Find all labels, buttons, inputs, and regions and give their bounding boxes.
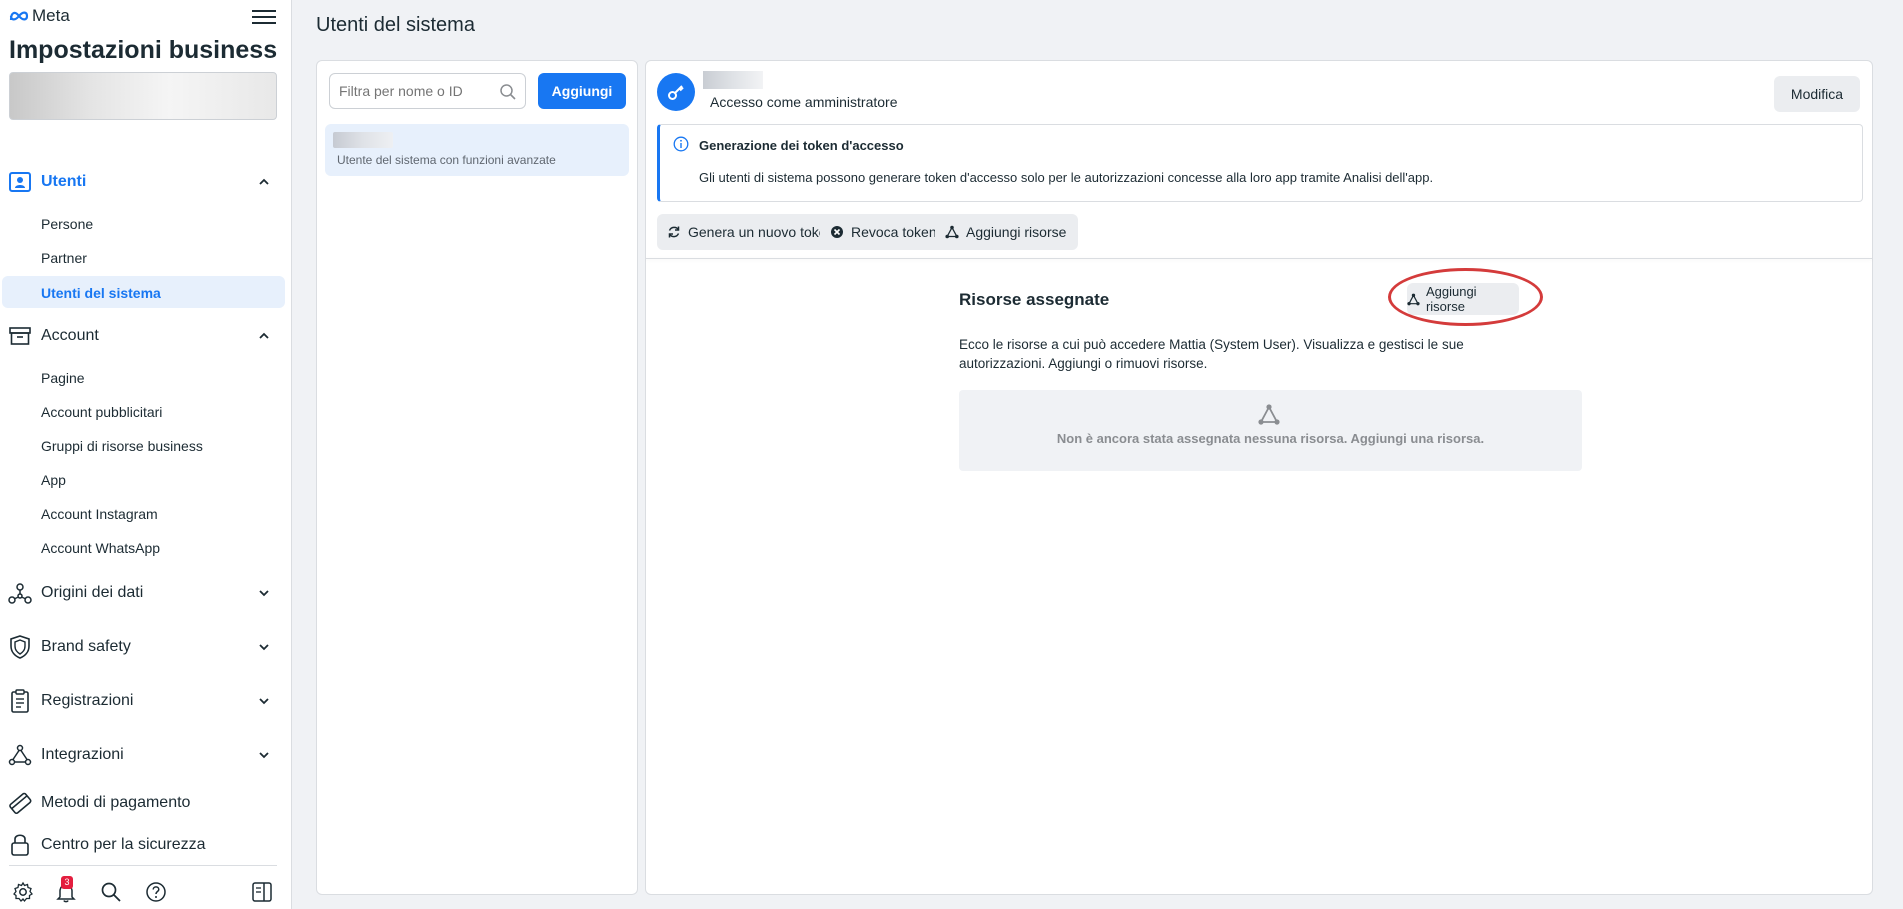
page-heading: Impostazioni business (9, 36, 278, 64)
assigned-assets-description: Ecco le risorse a cui può accedere Matti… (959, 337, 1464, 371)
sidebar-toggle-icon[interactable] (251, 881, 273, 903)
nav-section-data-sources-label: Origini dei dati (41, 584, 144, 601)
nav-item-security-center-label: Centro per la sicurezza (41, 836, 206, 853)
access-role-label: Accesso come amministratore (710, 94, 898, 110)
info-icon (673, 136, 689, 152)
menu-icon[interactable] (252, 6, 276, 26)
empty-assets-text: Non è ancora stata assegnata nessuna ris… (1056, 431, 1485, 446)
highlight-annotation-circle (1388, 268, 1543, 326)
nav-item-security-center[interactable]: Centro per la sicurezza (8, 830, 284, 860)
nav-item-whatsapp-accounts[interactable]: Account WhatsApp (41, 540, 160, 556)
nav-section-account[interactable]: Account (8, 321, 284, 351)
integrations-icon (8, 743, 32, 767)
nav-item-business-asset-groups[interactable]: Gruppi di risorse business (41, 438, 203, 454)
nav-item-instagram-accounts[interactable]: Account Instagram (41, 506, 158, 522)
detail-name-redacted (703, 71, 763, 89)
revoke-token-label: Revoca token (851, 224, 937, 240)
asset-graph-icon (945, 225, 959, 239)
refresh-icon (668, 226, 680, 238)
nav-section-brand-safety[interactable]: Brand safety (8, 632, 284, 662)
add-assets-action-button[interactable]: Aggiungi risorse (935, 214, 1079, 250)
search-box (329, 73, 526, 109)
user-name-redacted (333, 132, 393, 148)
search-icon (500, 84, 516, 100)
info-text: Gli utenti di sistema possono generare t… (699, 170, 1434, 185)
users-icon (8, 170, 32, 194)
generate-token-label: Genera un nuovo token (688, 224, 835, 240)
nav-section-registrations-label: Registrazioni (41, 692, 134, 709)
data-sources-icon (8, 581, 32, 605)
add-system-user-button[interactable]: Aggiungi (538, 73, 626, 109)
section-divider (646, 258, 1872, 259)
chevron-down-icon (259, 590, 269, 597)
page-title: Utenti del sistema (316, 14, 475, 36)
add-assets-action-label: Aggiungi risorse (966, 224, 1067, 240)
key-avatar-icon (657, 73, 695, 111)
nav-item-pages[interactable]: Pagine (41, 370, 85, 386)
system-users-list-panel: Aggiungi Utente del sistema con funzioni… (316, 60, 638, 895)
token-info-banner: Generazione dei token d'accesso Gli uten… (657, 124, 1863, 202)
chevron-down-icon (259, 752, 269, 759)
nav-section-registrations[interactable]: Registrazioni (8, 686, 284, 716)
search-icon[interactable] (100, 881, 122, 903)
nav-item-payment-methods-label: Metodi di pagamento (41, 794, 191, 811)
clipboard-icon (8, 689, 32, 713)
nav-item-apps[interactable]: App (41, 472, 66, 488)
archive-icon (8, 324, 32, 348)
revoke-token-button[interactable]: Revoca token (820, 214, 949, 250)
nav-item-payment-methods[interactable]: Metodi di pagamento (8, 788, 284, 818)
chevron-down-icon (259, 644, 269, 651)
user-role-label: Utente del sistema con funzioni avanzate (337, 153, 556, 167)
logo-text: Meta (32, 6, 70, 25)
system-user-list-item[interactable]: Utente del sistema con funzioni avanzate (325, 124, 629, 176)
notification-badge: 3 (61, 876, 73, 889)
nav-item-ad-accounts[interactable]: Account pubblicitari (41, 404, 162, 420)
lock-icon (8, 833, 32, 857)
app-root: Meta Impostazioni business Utenti Person… (0, 0, 1903, 909)
nav-section-integrations-label: Integrazioni (41, 746, 124, 763)
meta-logo[interactable]: Meta (9, 6, 70, 26)
meta-logo-icon (9, 11, 29, 21)
nav-section-users[interactable]: Utenti (8, 167, 284, 197)
sidebar-footer (9, 865, 277, 909)
chevron-up-icon (259, 332, 269, 339)
nav-section-integrations[interactable]: Integrazioni (8, 740, 284, 770)
close-circle-icon (831, 226, 843, 238)
nav-item-people[interactable]: Persone (41, 216, 93, 232)
nav-section-brand-safety-label: Brand safety (41, 638, 131, 655)
shield-icon (8, 635, 32, 659)
credit-card-icon (8, 791, 32, 815)
business-selector[interactable] (9, 72, 277, 120)
nav-section-users-label: Utenti (41, 173, 87, 190)
nav-item-partner[interactable]: Partner (41, 250, 87, 266)
asset-graph-icon (1258, 404, 1280, 425)
chevron-down-icon (259, 698, 269, 705)
help-icon[interactable] (145, 881, 167, 903)
assigned-assets-title: Risorse assegnate (959, 290, 1110, 309)
empty-assets-state: Non è ancora stata assegnata nessuna ris… (959, 390, 1582, 471)
nav-item-system-users[interactable]: Utenti del sistema (2, 276, 285, 308)
chevron-up-icon (259, 178, 269, 185)
sidebar: Meta Impostazioni business Utenti Person… (0, 0, 292, 909)
search-input[interactable] (330, 74, 490, 108)
info-title: Generazione dei token d'accesso (699, 138, 904, 153)
nav-section-account-label: Account (41, 327, 99, 344)
system-user-detail-panel: Accesso come amministratore Modifica Gen… (645, 60, 1873, 895)
gear-icon[interactable] (12, 881, 34, 903)
nav-section-data-sources[interactable]: Origini dei dati (8, 578, 284, 608)
generate-token-button[interactable]: Genera un nuovo token (657, 214, 847, 250)
edit-button[interactable]: Modifica (1774, 76, 1860, 112)
